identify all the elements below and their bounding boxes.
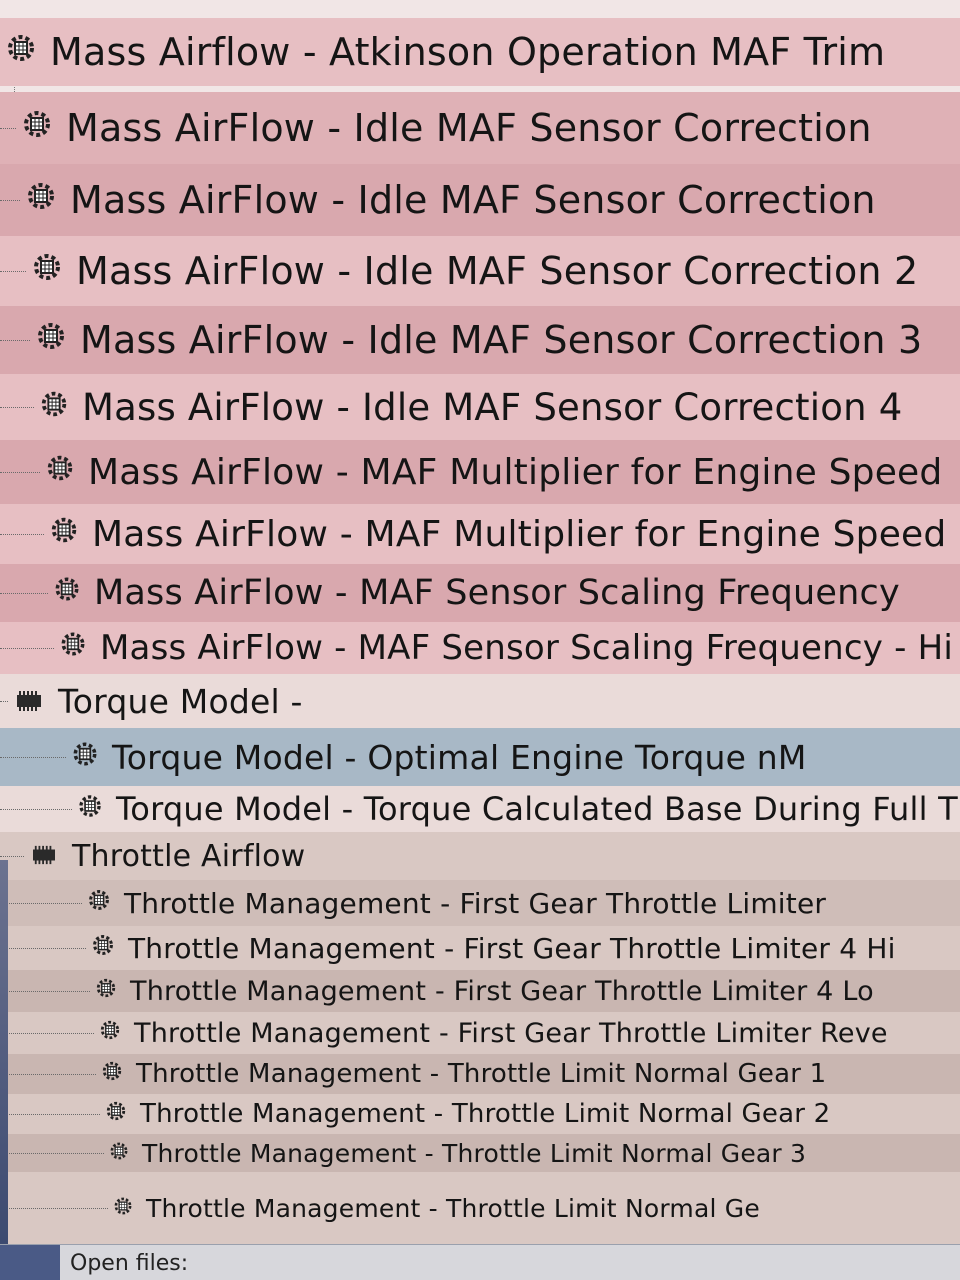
table-gear-icon bbox=[76, 790, 104, 828]
tree-item-label: Throttle Management - Throttle Limit Nor… bbox=[140, 1099, 831, 1129]
tree-item[interactable]: Throttle Management - Throttle Limit Nor… bbox=[0, 1094, 960, 1134]
tree-item-label: Throttle Airflow bbox=[72, 838, 306, 874]
table-gear-icon bbox=[34, 318, 68, 362]
tree-item-selected[interactable]: Torque Model - Optimal Engine Torque nM bbox=[0, 728, 960, 786]
tree-connector bbox=[0, 902, 82, 904]
tree-item[interactable]: Throttle Management - Throttle Limit Nor… bbox=[0, 1054, 960, 1094]
tree-item[interactable]: Mass AirFlow - Idle MAF Sensor Correctio… bbox=[0, 236, 960, 306]
map-tree: Mass Airflow - Atkinson Operation MAF Tr… bbox=[0, 0, 960, 1280]
tree-connector bbox=[0, 947, 86, 949]
status-bar: Open files: bbox=[0, 1244, 960, 1280]
tree-connector bbox=[0, 990, 90, 992]
tree-item[interactable]: Mass AirFlow - Idle MAF Sensor Correctio… bbox=[0, 92, 960, 164]
tree-connector bbox=[0, 756, 66, 758]
tree-item-label: Mass AirFlow - MAF Sensor Scaling Freque… bbox=[94, 573, 900, 613]
tree-connector bbox=[0, 1032, 94, 1034]
table-gear-icon bbox=[90, 932, 116, 965]
tree-connector bbox=[0, 127, 16, 129]
tree-item-label: Mass AirFlow - MAF Multiplier for Engine… bbox=[88, 451, 943, 493]
tree-item[interactable]: Throttle Management - Throttle Limit Nor… bbox=[0, 1172, 960, 1244]
tree-item[interactable]: Throttle Management - First Gear Throttl… bbox=[0, 926, 960, 970]
tree-item[interactable]: Mass AirFlow - MAF Sensor Scaling Freque… bbox=[0, 564, 960, 622]
tree-item-label: Throttle Management - First Gear Throttl… bbox=[134, 1017, 888, 1049]
table-gear-icon bbox=[112, 1194, 134, 1223]
tree-item[interactable]: Mass AirFlow - MAF Sensor Scaling Freque… bbox=[0, 622, 960, 674]
folder-chip-icon bbox=[28, 839, 60, 874]
tree-item-label: Throttle Management - Throttle Limit Nor… bbox=[142, 1138, 807, 1168]
tree-connector bbox=[0, 1152, 104, 1154]
tree-item-label: Mass AirFlow - Idle MAF Sensor Correctio… bbox=[70, 178, 876, 222]
table-gear-icon bbox=[58, 628, 88, 668]
tree-connector bbox=[0, 471, 40, 473]
window-edge bbox=[0, 860, 8, 1244]
tree-connector bbox=[0, 855, 24, 857]
table-gear-icon bbox=[94, 976, 118, 1007]
tree-item-label: Torque Model - Optimal Engine Torque nM bbox=[112, 737, 807, 777]
tree-connector bbox=[0, 406, 34, 408]
tree-item[interactable]: Throttle Management - First Gear Throttl… bbox=[0, 1012, 960, 1054]
tree-folder[interactable]: Torque Model - bbox=[0, 674, 960, 728]
tree-item-label: Throttle Management - First Gear Throttl… bbox=[128, 931, 896, 965]
tree-connector bbox=[0, 533, 44, 535]
editor-window: Mass Airflow - Atkinson Operation MAF Tr… bbox=[0, 0, 960, 1280]
table-gear-icon bbox=[98, 1018, 122, 1049]
tree-item[interactable]: Mass AirFlow - Idle MAF Sensor Correctio… bbox=[0, 306, 960, 374]
tree-item[interactable]: Throttle Management - First Gear Throttl… bbox=[0, 970, 960, 1012]
tree-item[interactable]: Torque Model - Torque Calculated Base Du… bbox=[0, 786, 960, 832]
tree-item[interactable]: Mass Airflow - Atkinson Operation MAF Tr… bbox=[0, 18, 960, 86]
table-gear-icon bbox=[104, 1099, 128, 1130]
tree-item-label: Mass AirFlow - Idle MAF Sensor Correctio… bbox=[80, 318, 923, 362]
status-bar-edge bbox=[0, 1245, 60, 1280]
table-gear-icon bbox=[70, 738, 100, 777]
tree-connector bbox=[0, 1113, 100, 1115]
tree-item-label: Mass AirFlow - Idle MAF Sensor Correctio… bbox=[76, 249, 919, 293]
tree-item-label: Throttle Management - Throttle Limit Nor… bbox=[136, 1059, 827, 1089]
tree-item-label: Mass AirFlow - Idle MAF Sensor Correctio… bbox=[66, 106, 872, 150]
tree-item[interactable]: Throttle Management - Throttle Limit Nor… bbox=[0, 1134, 960, 1172]
tree-item-label: Mass Airflow - Atkinson Operation MAF Tr… bbox=[50, 30, 886, 74]
tree-item[interactable]: Mass AirFlow - Idle MAF Sensor Correctio… bbox=[0, 164, 960, 236]
tree-item-label: Throttle Management - First Gear Throttl… bbox=[124, 886, 827, 920]
tree-connector bbox=[0, 647, 54, 649]
tree-connector bbox=[0, 808, 72, 810]
table-gear-icon bbox=[30, 249, 64, 293]
tree-connector bbox=[0, 1207, 108, 1209]
tree-item[interactable]: Throttle Management - First Gear Throttl… bbox=[0, 880, 960, 926]
tree-item[interactable]: Mass AirFlow - MAF Multiplier for Engine… bbox=[0, 504, 960, 564]
table-gear-icon bbox=[20, 106, 54, 150]
tree-connector bbox=[0, 1073, 96, 1075]
tree-connector bbox=[0, 270, 26, 272]
table-gear-icon bbox=[24, 178, 58, 222]
tree-connector bbox=[0, 700, 8, 702]
table-gear-icon bbox=[48, 514, 80, 555]
tree-item-label: Torque Model - Torque Calculated Base Du… bbox=[116, 790, 958, 828]
folder-chip-icon bbox=[12, 682, 46, 721]
tree-connector bbox=[0, 339, 30, 341]
tree-item-label: Torque Model - bbox=[58, 681, 303, 721]
tree-item-label: Mass AirFlow - Idle MAF Sensor Correctio… bbox=[82, 385, 903, 429]
tree-item-label: Throttle Management - First Gear Throttl… bbox=[130, 975, 874, 1007]
table-gear-icon bbox=[86, 887, 112, 920]
tree-item-label: Mass AirFlow - MAF Sensor Scaling Freque… bbox=[100, 628, 953, 668]
table-gear-icon bbox=[38, 386, 70, 429]
table-gear-icon bbox=[52, 573, 82, 613]
tree-item[interactable]: Mass AirFlow - MAF Multiplier for Engine… bbox=[0, 440, 960, 504]
tree-item-label: Throttle Management - Throttle Limit Nor… bbox=[146, 1193, 760, 1223]
table-gear-icon bbox=[44, 452, 76, 493]
tree-item[interactable]: Mass AirFlow - Idle MAF Sensor Correctio… bbox=[0, 374, 960, 440]
tree-item-label: Mass AirFlow - MAF Multiplier for Engine… bbox=[92, 513, 960, 555]
open-files-label: Open files: bbox=[70, 1250, 189, 1276]
table-gear-icon bbox=[4, 30, 38, 74]
tree-connector bbox=[0, 199, 20, 201]
table-gear-icon bbox=[108, 1139, 130, 1168]
tree-connector bbox=[0, 592, 48, 594]
tree-folder[interactable]: Throttle Airflow bbox=[0, 832, 960, 880]
table-gear-icon bbox=[100, 1059, 124, 1090]
